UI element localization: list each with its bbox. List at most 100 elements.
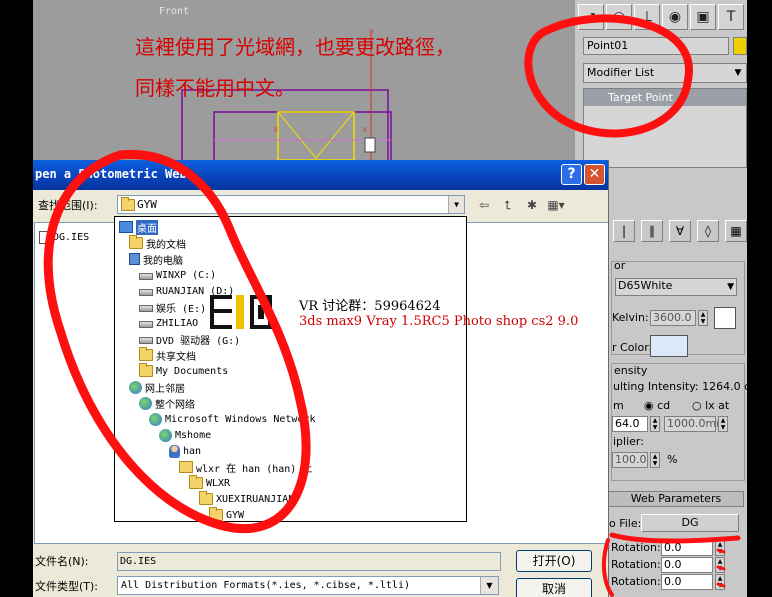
tree-item[interactable]: WLXR (189, 475, 230, 491)
tree-item[interactable]: 我的电脑 (129, 251, 183, 267)
y-rotation-field[interactable]: 0.0 (661, 557, 713, 573)
filter-color-swatch[interactable] (650, 335, 688, 357)
tree-item[interactable]: Mshome (159, 427, 211, 443)
multiplier-field[interactable]: 100.0 (612, 452, 648, 468)
object-name-field[interactable]: Point01 (583, 37, 729, 55)
look-in-tree-dropdown[interactable]: 桌面 我的文档 我的电脑 WINXP (C:) RUANJIAN (D:) 娱乐 (E:)… (114, 216, 467, 522)
x-rotation-spinner[interactable]: ▲ ▼ (715, 540, 725, 556)
chevron-down-icon[interactable]: ▼ (480, 577, 498, 594)
close-button[interactable]: ✕ (584, 164, 605, 185)
new-folder-icon[interactable]: ✱ (523, 196, 541, 214)
help-button[interactable]: ? (561, 164, 582, 185)
desktop-icon (119, 221, 133, 233)
color-preset-value: D65White (618, 279, 673, 292)
back-icon[interactable]: ⇦ (475, 196, 493, 214)
intensity-spinner[interactable]: ▲ ▼ (650, 416, 660, 432)
up-folder-icon[interactable]: ⮤ (499, 196, 517, 214)
kelvin-field[interactable]: 3600.0 (650, 310, 696, 326)
viewport-scene: y x x (181, 27, 392, 160)
tree-item-label: My Documents (156, 365, 229, 377)
tree-item[interactable]: DVD 驱动器 (G:) (139, 331, 240, 347)
modifier-list-dropdown[interactable]: Modifier List ▼ (583, 63, 747, 83)
chevron-down-icon[interactable]: ▼ (448, 196, 464, 213)
web-file-button[interactable]: DG (641, 514, 739, 532)
folder-icon (139, 363, 153, 377)
intensity-field[interactable]: 64.0 (612, 416, 648, 432)
file-item-dg-ies[interactable]: DG.IES (39, 231, 89, 244)
distance-spinner[interactable]: ▲ ▼ (718, 416, 728, 432)
look-in-dropdown[interactable]: GYW ▼ (117, 195, 465, 214)
front-viewport[interactable]: Front y x x 這裡使用了光域網，也要更改路徑， 同樣不能用中文。 (33, 0, 575, 160)
tree-item[interactable]: Microsoft Windows Network (149, 411, 316, 427)
tree-item[interactable]: XUEXIRUANJIAN (199, 491, 294, 507)
display-icon[interactable]: ▣ (690, 4, 716, 30)
chevron-down-icon: ▼ (727, 282, 734, 292)
view-menu-icon[interactable]: ▦▾ (547, 196, 565, 214)
modifier-stack[interactable]: Target Point (583, 88, 747, 168)
tree-item[interactable]: My Documents (139, 363, 228, 379)
pin-stack-icon[interactable]: | (613, 220, 635, 242)
stack-item-target-point[interactable]: Target Point (584, 89, 746, 106)
dialog-titlebar[interactable]: pen a Photometric Web ? ✕ (33, 160, 608, 190)
tree-item-label: 整个网络 (155, 399, 195, 411)
kelvin-color-swatch[interactable] (714, 307, 736, 329)
radio-lx[interactable]: ○ lx at (692, 399, 729, 412)
multiplier-label: iplier: (613, 435, 644, 448)
dialog-nav-toolbar: ⇦ ⮤ ✱ ▦▾ (475, 196, 565, 214)
look-in-label: 查找范围(I): (38, 199, 98, 212)
tree-item[interactable]: wlxr 在 han (han) 上 (179, 459, 312, 475)
folder-icon (199, 491, 213, 505)
tree-item[interactable]: 整个网络 (139, 395, 195, 411)
light-object-icon (364, 137, 376, 153)
create-icon[interactable]: ➚ (578, 4, 604, 30)
object-color-swatch[interactable] (733, 37, 747, 55)
file-type-label: 文件类型(T): (35, 580, 99, 593)
tree-item[interactable]: ZHILIAO (139, 315, 198, 331)
tree-item[interactable]: GYW (209, 507, 244, 521)
tree-item[interactable]: han (169, 443, 201, 459)
z-rotation-field[interactable]: 0.0 (661, 574, 713, 590)
chevron-down-icon: ▼ (734, 68, 742, 78)
light-cone-1 (277, 111, 317, 159)
tree-item[interactable]: 我的文档 (129, 235, 186, 251)
tree-item-label: XUEXIRUANJIAN (216, 493, 295, 505)
tree-item[interactable]: 桌面 (119, 219, 158, 235)
remove-modifier-icon[interactable]: ◊ (697, 220, 719, 242)
unit-lm-label: m (613, 399, 624, 412)
configure-sets-icon[interactable]: ▦ (725, 220, 747, 242)
watermark-logo (210, 295, 272, 329)
hierarchy-icon[interactable]: ⊥ (634, 4, 660, 30)
motion-icon[interactable]: ◉ (662, 4, 688, 30)
file-type-dropdown[interactable]: All Distribution Formats(*.ies, *.cibse,… (117, 576, 499, 595)
z-rotation-spinner[interactable]: ▲ ▼ (715, 574, 725, 590)
multiplier-spinner[interactable]: ▲ ▼ (650, 452, 660, 468)
file-name-input[interactable]: DG.IES (117, 552, 501, 571)
tree-item[interactable]: 共享文档 (139, 347, 196, 363)
color-preset-dropdown[interactable]: D65White ▼ (615, 278, 737, 296)
open-button[interactable]: 打开(O) (516, 550, 592, 572)
show-end-result-icon[interactable]: ∥ (641, 220, 663, 242)
tree-item[interactable]: 网上邻居 (129, 379, 185, 395)
tree-item[interactable]: WINXP (C:) (139, 267, 216, 283)
y-rotation-spinner[interactable]: ▲ ▼ (715, 557, 725, 573)
modify-icon[interactable]: ◠ (606, 4, 632, 30)
make-unique-icon[interactable]: ∀ (669, 220, 691, 242)
kelvin-spinner[interactable]: ▲ ▼ (698, 310, 708, 326)
radio-cd[interactable]: ◉ cd (644, 399, 670, 412)
light-target-box (277, 111, 355, 160)
kelvin-label: Kelvin: (612, 311, 649, 324)
tree-item-label: 共享文档 (156, 351, 196, 363)
distance-field[interactable]: 1000.0mr (664, 416, 721, 432)
x-rotation-field[interactable]: 0.0 (661, 540, 713, 556)
color-group: or D65White ▼ Kelvin: 3600.0 ▲ ▼ r Color: (611, 259, 745, 357)
web-parameters-rollout[interactable]: Web Parameters (608, 491, 744, 507)
utilities-icon[interactable]: T (718, 4, 744, 30)
x-rotation-label: Rotation: (611, 541, 661, 554)
cancel-button[interactable]: 取消 (516, 578, 592, 597)
tree-item-label: Microsoft Windows Network (165, 413, 316, 425)
radio-lx-label: lx at (705, 399, 730, 412)
tree-item-label: Mshome (175, 429, 212, 441)
tree-item[interactable]: 娱乐 (E:) (139, 299, 206, 315)
tree-item-label: WINXP (C:) (156, 269, 217, 281)
folder-icon (209, 507, 223, 521)
